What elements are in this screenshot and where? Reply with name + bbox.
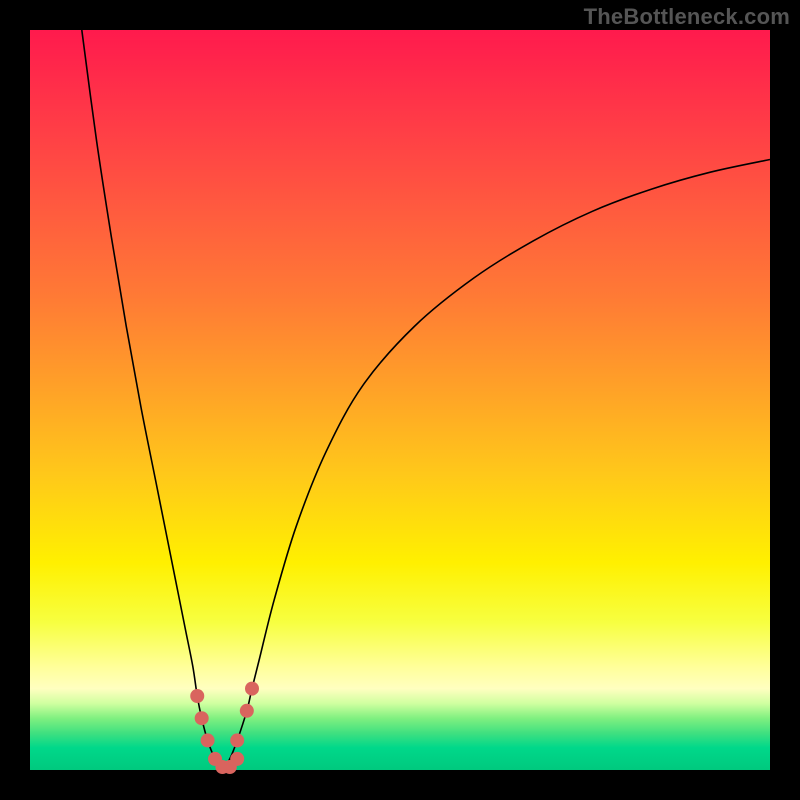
chart-plot-area: [30, 30, 770, 770]
marker-group: [190, 682, 259, 774]
data-marker: [230, 752, 244, 766]
data-marker: [190, 689, 204, 703]
data-marker: [195, 711, 209, 725]
data-marker: [230, 733, 244, 747]
curve-group: [82, 30, 770, 770]
right-branch-curve: [222, 160, 770, 771]
data-marker: [245, 682, 259, 696]
left-branch-curve: [82, 30, 223, 770]
watermark-text: TheBottleneck.com: [584, 4, 790, 30]
chart-svg: [30, 30, 770, 770]
data-marker: [240, 704, 254, 718]
data-marker: [201, 733, 215, 747]
